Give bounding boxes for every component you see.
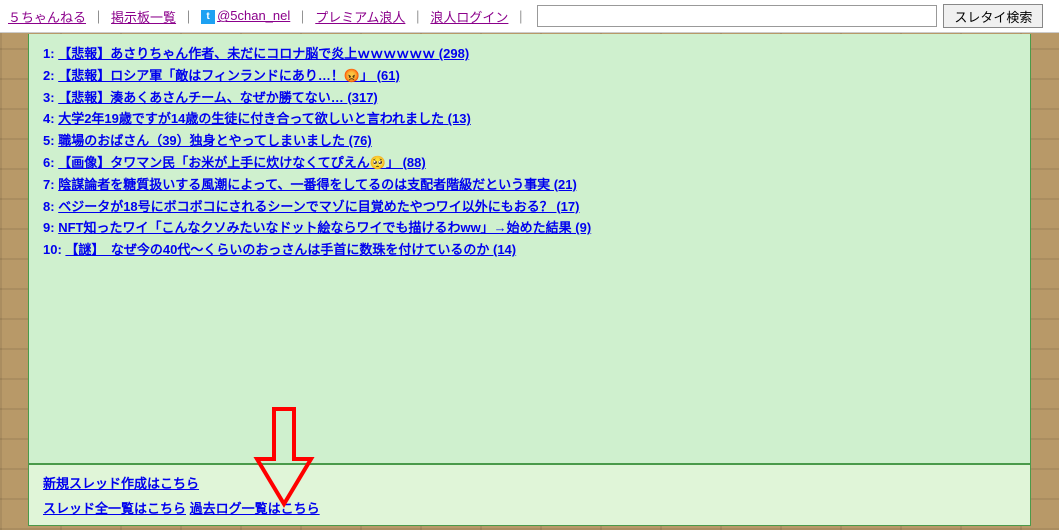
home-link[interactable]: ５ちゃんねる <box>8 7 86 26</box>
thread-list: 1: 【悲報】あさりちゃん作者、未だにコロナ脳で炎上ｗｗｗｗｗｗ (298) 2… <box>43 44 1016 261</box>
thread-item: 4: 大学2年19歳ですが14歳の生徒に付き合って欲しいと言われました (13) <box>43 109 1016 130</box>
thread-link[interactable]: NFT知ったワイ「こんなクソみたいなドット絵ならワイでも描けるわww」→始めた結… <box>58 220 591 235</box>
thread-item: 8: ベジータが18号にボコボコにされるシーンでマゾに目覚めたやつワイ以外にもお… <box>43 197 1016 218</box>
twitter-link[interactable]: t@5chan_nel <box>201 8 290 24</box>
thread-box: 1: 【悲報】あさりちゃん作者、未だにコロナ脳で炎上ｗｗｗｗｗｗ (298) 2… <box>28 34 1031 464</box>
search-button[interactable]: スレタイ検索 <box>943 4 1043 28</box>
thread-item: 7: 陰謀論者を糖質扱いする風潮によって、一番得をしてるのは支配者階級だという事… <box>43 175 1016 196</box>
thread-number: 2: <box>43 68 55 83</box>
thread-number: 1: <box>43 46 55 61</box>
separator: ｜ <box>182 7 195 26</box>
thread-item: 6: 【画像】タワマン民「お米が上手に炊けなくてぴえん🥺」 (88) <box>43 153 1016 174</box>
separator: ｜ <box>296 7 309 26</box>
thread-number: 5: <box>43 133 55 148</box>
thread-item: 9: NFT知ったワイ「こんなクソみたいなドット絵ならワイでも描けるわww」→始… <box>43 218 1016 239</box>
content-wrapper: 1: 【悲報】あさりちゃん作者、未だにコロナ脳で炎上ｗｗｗｗｗｗ (298) 2… <box>0 34 1059 526</box>
top-navigation: ５ちゃんねる ｜ 掲示板一覧 ｜ t@5chan_nel ｜ プレミアム浪人 ｜… <box>0 0 1059 33</box>
premium-link[interactable]: プレミアム浪人 <box>315 7 405 26</box>
thread-link[interactable]: 【謎】 なぜ今の40代〜くらいのおっさんは手首に数珠を付けているのか (14) <box>65 242 516 257</box>
separator: ｜ <box>514 7 527 26</box>
thread-link[interactable]: 【悲報】あさりちゃん作者、未だにコロナ脳で炎上ｗｗｗｗｗｗ (298) <box>58 46 469 61</box>
new-thread-link[interactable]: 新規スレッド作成はこちら <box>43 476 199 491</box>
thread-link[interactable]: 大学2年19歳ですが14歳の生徒に付き合って欲しいと言われました (13) <box>58 111 471 126</box>
twitter-icon: t <box>201 10 215 24</box>
thread-link[interactable]: 【悲報】湊あくあさんチーム、なぜか勝てない… (317) <box>58 90 378 105</box>
thread-item: 3: 【悲報】湊あくあさんチーム、なぜか勝てない… (317) <box>43 88 1016 109</box>
thread-number: 3: <box>43 90 55 105</box>
separator: ｜ <box>92 7 105 26</box>
thread-link[interactable]: 【画像】タワマン民「お米が上手に炊けなくてぴえん🥺」 (88) <box>58 155 426 170</box>
thread-item: 1: 【悲報】あさりちゃん作者、未だにコロナ脳で炎上ｗｗｗｗｗｗ (298) <box>43 44 1016 65</box>
thread-number: 10: <box>43 242 62 257</box>
all-threads-link[interactable]: スレッド全一覧はこちら <box>43 501 186 516</box>
search-input[interactable] <box>537 5 937 27</box>
past-log-link[interactable]: 過去ログ一覧はこちら <box>190 501 320 516</box>
bottom-links: 新規スレッド作成はこちら スレッド全一覧はこちら 過去ログ一覧はこちら <box>28 464 1031 526</box>
separator: ｜ <box>411 7 424 26</box>
thread-link[interactable]: 【悲報】ロシア軍「敵はフィンランドにあり…！😡」 (61) <box>58 68 400 83</box>
thread-number: 4: <box>43 111 55 126</box>
boards-link[interactable]: 掲示板一覧 <box>111 7 176 26</box>
thread-number: 8: <box>43 199 55 214</box>
thread-item: 2: 【悲報】ロシア軍「敵はフィンランドにあり…！😡」 (61) <box>43 66 1016 87</box>
thread-link[interactable]: 職場のおばさん（39）独身とやってしまいました (76) <box>58 133 372 148</box>
thread-number: 9: <box>43 220 55 235</box>
thread-item: 5: 職場のおばさん（39）独身とやってしまいました (76) <box>43 131 1016 152</box>
bottom-row-2: スレッド全一覧はこちら 過去ログ一覧はこちら <box>43 498 1016 517</box>
thread-number: 6: <box>43 155 55 170</box>
thread-number: 7: <box>43 177 55 192</box>
thread-item: 10: 【謎】 なぜ今の40代〜くらいのおっさんは手首に数珠を付けているのか (… <box>43 240 1016 261</box>
thread-link[interactable]: ベジータが18号にボコボコにされるシーンでマゾに目覚めたやつワイ以外にもおる？ … <box>58 199 579 214</box>
thread-link[interactable]: 陰謀論者を糖質扱いする風潮によって、一番得をしてるのは支配者階級だという事実 (… <box>58 177 577 192</box>
ronin-login-link[interactable]: 浪人ログイン <box>430 7 508 26</box>
bottom-row-1: 新規スレッド作成はこちら <box>43 473 1016 492</box>
